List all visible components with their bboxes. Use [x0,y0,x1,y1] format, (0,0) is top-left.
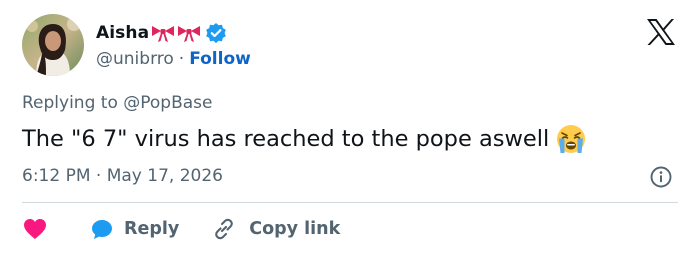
loudly-crying-face-emoji [555,123,587,155]
user-block: Aisha @unibrro · Follow [96,20,251,69]
separator-dot: · [178,49,185,69]
replying-to-line: Replying to @PopBase [22,93,212,113]
copy-link-button[interactable]: Copy link [211,216,340,242]
tweet-body: The "6 7" virus has reached to the pope … [22,126,550,152]
tweet-time: 6:12 PM [22,166,91,186]
tweet-date: May 17, 2026 [106,166,223,186]
user-handle[interactable]: @unibrro [96,49,174,69]
link-icon [211,216,237,242]
tweet-card: Aisha @unibrro · Follow Replying to @Pop… [0,0,700,256]
handle-row: @unibrro · Follow [96,49,251,69]
x-logo-icon[interactable] [646,18,676,46]
reply-mention-link[interactable]: @PopBase [123,93,212,113]
verified-badge-icon [205,22,227,44]
reply-button[interactable]: Reply [90,217,179,241]
tweet-timestamp[interactable]: 6:12 PM · May 17, 2026 [22,166,223,186]
info-icon[interactable] [649,165,673,189]
tweet-text: The "6 7" virus has reached to the pope … [22,123,587,155]
copy-link-label: Copy link [249,219,341,239]
avatar[interactable] [22,14,84,76]
timestamp-separator: · [95,166,102,186]
reply-label: Reply [124,219,180,239]
replying-to-label: Replying to [22,93,118,113]
display-name[interactable]: Aisha [96,23,149,43]
display-name-row: Aisha [96,20,251,46]
action-bar: Reply Copy link [22,214,340,244]
ribbon-bow-emoji [177,23,201,43]
reply-bubble-icon [90,217,114,241]
like-button[interactable] [22,217,48,241]
follow-button[interactable]: Follow [189,49,251,69]
divider [22,202,678,203]
ribbon-bow-emoji [151,23,175,43]
heart-icon [24,219,46,239]
